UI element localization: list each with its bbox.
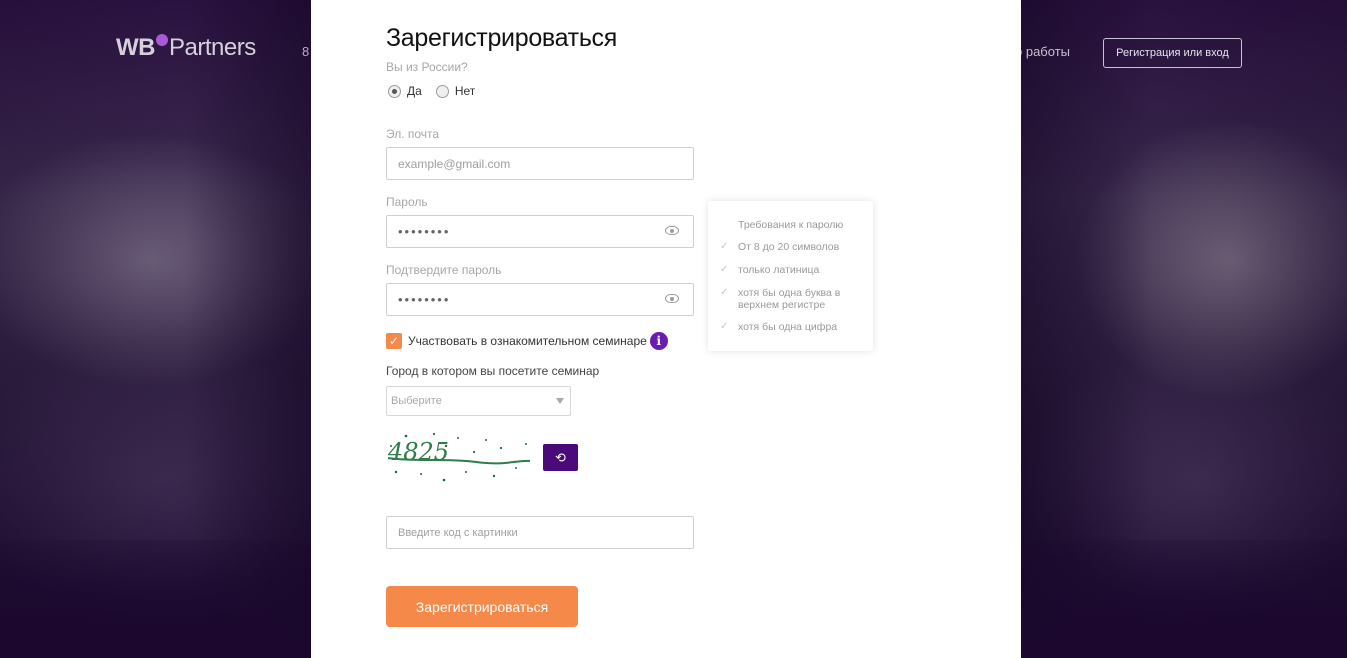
registration-panel: Зарегистрироваться Вы из России? Да Нет … (311, 0, 1021, 658)
radio-no[interactable] (435, 84, 449, 98)
requirement-item: ✓ хотя бы одна буква в верхнем регистре (720, 287, 841, 311)
email-placeholder: example@gmail.com (398, 156, 511, 171)
confirm-password-value: •••••••• (398, 292, 451, 307)
radio-option-yes[interactable]: Да (388, 84, 422, 98)
city-label: Город в котором вы посетите семинар (386, 364, 600, 378)
password-requirements-tooltip: Требования к паролю ✓ От 8 до 20 символо… (708, 201, 873, 351)
radio-option-no[interactable]: Нет (435, 84, 476, 98)
radio-yes[interactable] (388, 84, 401, 98)
requirement-item: ✓ От 8 до 20 символов (720, 241, 840, 253)
check-icon: ✓ (720, 321, 729, 332)
radio-no-label: Нет (454, 84, 476, 98)
check-icon: ✓ (720, 241, 729, 252)
logo-wb: WB (116, 34, 155, 61)
nav-item-partial-left[interactable]: 8 (302, 44, 309, 59)
page-title: Зарегистрироваться (386, 24, 617, 52)
seminar-checkbox-row: ✓ Участвовать в ознакомительном семинаре… (386, 332, 668, 350)
chevron-down-icon (556, 398, 564, 404)
captcha-text: 4825 (387, 438, 449, 466)
captcha-image: 4825 (387, 432, 531, 482)
confirm-password-label: Подтвердите пароль (386, 263, 502, 277)
city-select[interactable]: Выберите (386, 386, 571, 416)
email-label: Эл. почта (386, 127, 440, 141)
register-submit-button[interactable]: Зарегистрироваться (386, 586, 578, 627)
register-or-login-button[interactable]: Регистрация или вход (1103, 38, 1242, 68)
refresh-icon: ⟲ (555, 449, 566, 465)
requirement-item: ✓ хотя бы одна цифра (720, 321, 838, 333)
requirement-item: ✓ только латиница (720, 264, 820, 276)
eye-icon[interactable] (665, 294, 679, 303)
password-value: •••••••• (398, 224, 451, 239)
seminar-checkbox[interactable]: ✓ (386, 333, 402, 349)
check-icon: ✓ (720, 264, 729, 275)
seminar-checkbox-label[interactable]: Участвовать в ознакомительном семинаре (408, 334, 647, 348)
refresh-captcha-button[interactable]: ⟲ (543, 444, 578, 471)
confirm-password-field[interactable]: •••••••• (386, 283, 694, 316)
nav-item-partial-right[interactable]: о работы (1015, 44, 1070, 59)
russia-radio-group: Да Нет (388, 84, 489, 98)
captcha-code-placeholder: Введите код с картинки (398, 526, 518, 539)
eye-icon[interactable] (665, 226, 679, 235)
check-icon: ✓ (720, 287, 729, 298)
captcha-code-field[interactable]: Введите код с картинки (386, 516, 694, 549)
logo-dot (155, 34, 168, 46)
wb-partners-logo[interactable]: WB Partners (116, 34, 256, 62)
city-select-value: Выберите (391, 395, 442, 407)
logo-partners: Partners (168, 34, 256, 61)
russia-question-label: Вы из России? (386, 60, 468, 74)
info-icon[interactable]: i (649, 332, 668, 350)
password-field[interactable]: •••••••• (386, 215, 694, 248)
password-label: Пароль (386, 195, 428, 209)
radio-yes-label: Да (407, 84, 422, 98)
email-field[interactable]: example@gmail.com (386, 147, 694, 180)
requirements-title: Требования к паролю (738, 219, 844, 231)
